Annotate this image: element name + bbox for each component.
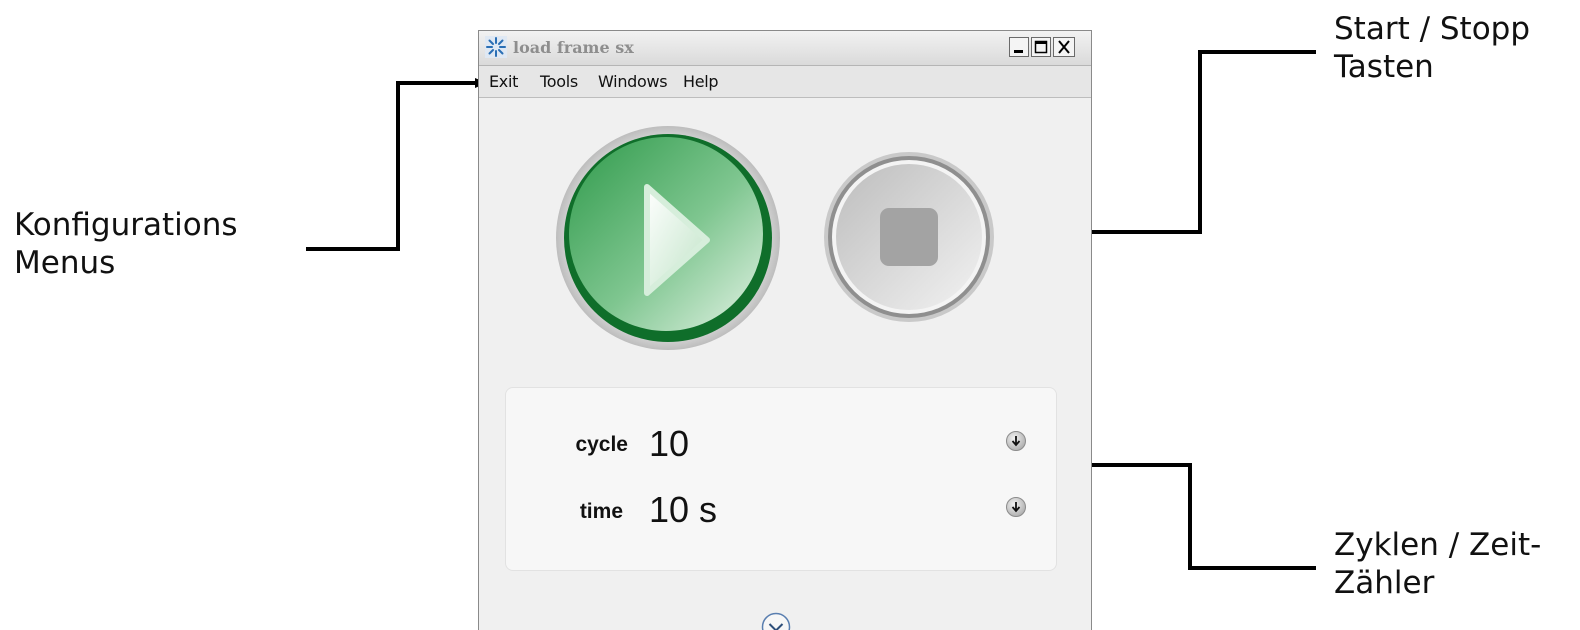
app-icon <box>485 36 507 58</box>
time-value: 10 s <box>649 489 718 530</box>
annotation-counters-line2: Zähler <box>1334 565 1435 601</box>
annotation-menus-line1: Konfigurations <box>14 207 238 243</box>
menu-bar: Exit Tools Windows Help <box>479 66 1091 98</box>
minimize-button[interactable] <box>1009 37 1029 57</box>
window-title: load frame sx <box>513 38 634 57</box>
app-window: load frame sx Exit Tools Windows Help cy… <box>478 30 1092 630</box>
cycle-download-button[interactable] <box>1006 431 1026 451</box>
minimize-icon <box>1014 50 1023 53</box>
counters-arrow <box>1059 460 1316 570</box>
menu-help[interactable]: Help <box>683 72 719 91</box>
start-button[interactable] <box>555 125 781 351</box>
time-label: time <box>579 500 623 523</box>
cycle-label: cycle <box>575 433 628 456</box>
stop-icon <box>880 208 938 266</box>
download-arrow-icon <box>1011 436 1021 447</box>
menu-windows[interactable]: Windows <box>598 72 668 91</box>
expand-button[interactable] <box>761 612 791 630</box>
annotation-menus: Konfigurations Menus <box>14 206 238 282</box>
annotation-counters: Zyklen / Zeit- Zähler <box>1334 526 1541 602</box>
close-button[interactable] <box>1053 37 1075 57</box>
menu-tools[interactable]: Tools <box>540 72 578 91</box>
menu-exit[interactable]: Exit <box>489 72 518 91</box>
annotation-start-stop: Start / Stopp Tasten <box>1334 10 1530 86</box>
annotation-start-stop-line2: Tasten <box>1334 49 1434 85</box>
annotation-counters-line1: Zyklen / Zeit- <box>1334 527 1542 563</box>
title-bar[interactable]: load frame sx <box>479 31 1091 66</box>
annotation-menus-line2: Menus <box>14 245 116 281</box>
download-arrow-icon <box>1011 502 1021 513</box>
cycle-value: 10 <box>649 423 690 464</box>
time-download-button[interactable] <box>1006 497 1026 517</box>
counter-panel: cycle 10 time 10 s <box>505 387 1057 571</box>
stop-button[interactable] <box>823 151 995 323</box>
annotation-start-stop-line1: Start / Stopp <box>1334 11 1531 47</box>
menus-arrow <box>306 78 487 251</box>
maximize-icon <box>1034 40 1048 54</box>
maximize-button[interactable] <box>1031 37 1051 57</box>
close-icon <box>1058 40 1070 54</box>
